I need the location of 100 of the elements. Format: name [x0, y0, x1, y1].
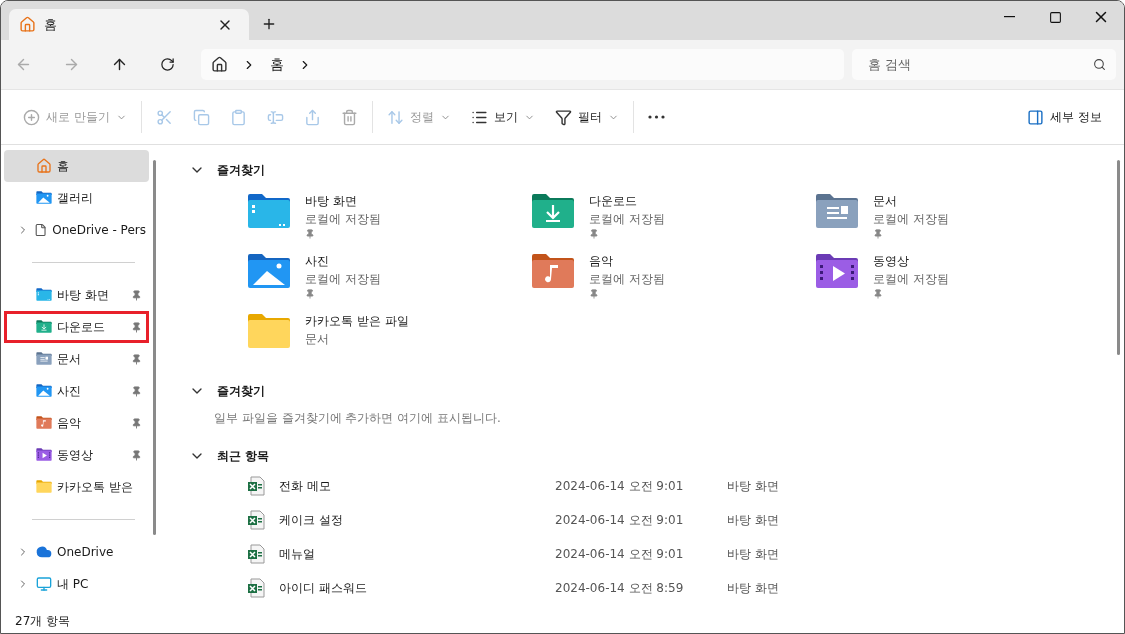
- folder-icon: [36, 416, 52, 430]
- pin-icon: [131, 385, 142, 397]
- folder-tile[interactable]: 음악 로컬에 저장됨: [531, 253, 815, 298]
- sidebar-item[interactable]: 바탕 화면: [4, 279, 149, 311]
- sidebar-item[interactable]: 사진: [4, 375, 149, 407]
- details-pane-icon: [1027, 108, 1045, 126]
- folder-tile[interactable]: 동영상 로컬에 저장됨: [815, 253, 1099, 298]
- folder-icon: [815, 253, 859, 289]
- folder-tile[interactable]: 다운로드 로컬에 저장됨: [531, 193, 815, 238]
- pin-icon: [131, 353, 142, 365]
- folder-icon: [36, 480, 52, 494]
- folder-name: 음악: [589, 253, 614, 270]
- spreadsheet-file-icon: [247, 510, 265, 530]
- file-name[interactable]: 메뉴얼: [279, 545, 555, 563]
- file-location: 바탕 화면: [727, 511, 780, 529]
- copy-icon: [192, 108, 210, 126]
- cloud-icon: [36, 544, 52, 560]
- folder-location: 문서: [305, 331, 330, 348]
- sidebar-item[interactable]: 다운로드: [4, 311, 149, 343]
- scrollbar-thumb[interactable]: [1116, 160, 1120, 355]
- plus-icon: [261, 16, 277, 32]
- sidebar-item[interactable]: 홈: [4, 150, 149, 182]
- folder-location: 로컬에 저장됨: [873, 211, 949, 228]
- folder-name: 동영상: [873, 253, 910, 270]
- folder-tile[interactable]: 사진 로컬에 저장됨: [247, 253, 531, 298]
- spreadsheet-file-icon: [247, 476, 265, 496]
- folder-location: 로컬에 저장됨: [589, 271, 665, 288]
- folder-icon: [531, 253, 575, 289]
- file-name[interactable]: 전화 메모: [279, 477, 555, 495]
- sidebar-item[interactable]: 내 PC: [4, 568, 149, 600]
- pin-icon: [131, 417, 142, 429]
- sort-icon: [386, 108, 404, 126]
- file-date: 2024-06-14 오전 9:01: [555, 545, 685, 563]
- file-location: 바탕 화면: [727, 545, 780, 563]
- tab[interactable]: 홈: [9, 9, 249, 40]
- folder-icon: [815, 193, 859, 229]
- home-icon: [211, 56, 228, 73]
- details-button[interactable]: 세부 정보: [1017, 100, 1112, 134]
- file-date: 2024-06-14 오전 8:59: [555, 579, 685, 597]
- file-location: 바탕 화면: [727, 477, 780, 495]
- folder-name: 바탕 화면: [305, 193, 358, 210]
- folder-name: 다운로드: [589, 193, 638, 210]
- refresh-icon: [159, 57, 175, 72]
- folder-name: 사진: [305, 253, 330, 270]
- view-button[interactable]: 보기: [460, 100, 545, 134]
- file-location: 바탕 화면: [727, 579, 780, 597]
- share-icon: [303, 108, 321, 126]
- folder-icon: [247, 193, 291, 229]
- folder-location: 로컬에 저장됨: [305, 271, 381, 288]
- folder-icon: [36, 320, 52, 334]
- folder-tile[interactable]: 카카오톡 받은 파일 문서: [247, 313, 531, 358]
- maximize-icon: [1048, 10, 1062, 24]
- file-date: 2024-06-14 오전 9:01: [555, 511, 685, 529]
- file-name[interactable]: 케이크 설정: [279, 511, 555, 529]
- folder-tile[interactable]: 문서 로컬에 저장됨: [815, 193, 1099, 238]
- sidebar-item[interactable]: OneDrive: [4, 536, 149, 568]
- sidebar-item[interactable]: 갤러리: [4, 182, 149, 214]
- folder-icon: [36, 448, 52, 462]
- sidebar-item[interactable]: 음악: [4, 407, 149, 439]
- spreadsheet-file-icon: [247, 544, 265, 564]
- search-icon: [1093, 58, 1106, 71]
- sidebar-item[interactable]: 문서: [4, 343, 149, 375]
- sidebar-item[interactable]: OneDrive - Pers: [4, 214, 149, 246]
- folder-icon: [531, 193, 575, 229]
- filter-button[interactable]: 필터: [544, 100, 629, 134]
- folder-icon: [36, 352, 52, 366]
- spreadsheet-file-icon: [247, 578, 265, 598]
- section-title: 즐겨찾기: [217, 382, 265, 400]
- filter-icon: [554, 108, 572, 126]
- folder-icon: [36, 191, 52, 205]
- folder-location: 로컬에 저장됨: [305, 211, 381, 228]
- file-name[interactable]: 아이디 패스워드: [279, 579, 555, 597]
- item-count: 27개 항목: [15, 612, 71, 630]
- folder-location: 로컬에 저장됨: [589, 211, 665, 228]
- breadcrumb-item[interactable]: 홈: [270, 55, 284, 74]
- sidebar-item[interactable]: 동영상: [4, 439, 149, 471]
- folder-tile[interactable]: 바탕 화면 로컬에 저장됨: [247, 193, 531, 238]
- section-title: 즐겨찾기: [217, 161, 265, 179]
- scrollbar-thumb[interactable]: [152, 160, 156, 535]
- minimize-icon: [1003, 16, 1015, 18]
- file-icon: [34, 222, 48, 238]
- folder-icon: [36, 384, 52, 398]
- pin-icon: [131, 289, 142, 301]
- folder-name: 문서: [873, 193, 898, 210]
- paste-icon: [229, 108, 247, 126]
- address-bar[interactable]: 홈: [201, 49, 844, 80]
- sidebar-item[interactable]: 카카오톡 받은: [4, 471, 149, 503]
- more-icon: [647, 115, 665, 119]
- plus-circle-icon: [23, 108, 40, 126]
- empty-message: 일부 파일을 즐겨찾기에 추가하면 여기에 표시됩니다.: [213, 410, 502, 427]
- folder-icon: [247, 313, 291, 349]
- folder-name: 카카오톡 받은 파일: [305, 313, 409, 330]
- section-title: 최근 항목: [217, 447, 270, 465]
- pin-icon: [131, 321, 142, 333]
- search-field[interactable]: 홈 검색: [852, 49, 1116, 80]
- folder-location: 로컬에 저장됨: [873, 271, 949, 288]
- pin-icon: [131, 449, 142, 461]
- folder-icon: [247, 253, 291, 289]
- monitor-icon: [36, 576, 52, 592]
- file-date: 2024-06-14 오전 9:01: [555, 477, 685, 495]
